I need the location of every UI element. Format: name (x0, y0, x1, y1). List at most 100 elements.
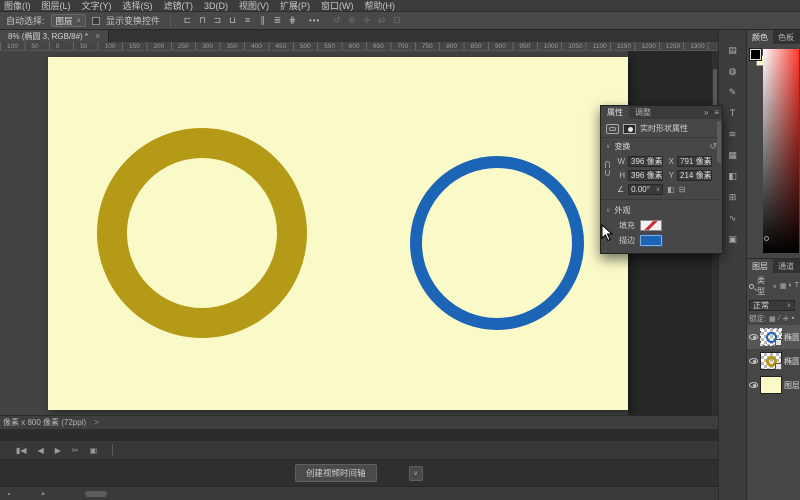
tab-swatches[interactable]: 色板 (773, 30, 799, 44)
distribute-vertical-icon[interactable]: ≡ (241, 15, 254, 26)
collapsed-panel-icon-4[interactable]: T (730, 109, 736, 118)
distribute-widths-icon[interactable]: ⋕ (286, 15, 299, 26)
distribute-heights-icon[interactable]: ≣ (271, 15, 284, 26)
foreground-color-swatch[interactable] (750, 49, 761, 60)
menu-item[interactable]: 窗口(W) (321, 0, 354, 12)
collapsed-panel-icon-8[interactable]: ⊞ (729, 193, 737, 202)
appearance-section-header[interactable]: ∨ 外观 (601, 202, 722, 218)
layer-name[interactable]: 图层 1 (784, 380, 799, 391)
document-tab[interactable]: 8% (椭圆 3, RGB/8#) * × (0, 30, 109, 42)
collapsed-panel-icon-2[interactable]: ◍ (729, 67, 737, 76)
previous-frame-icon[interactable]: ◀ (38, 446, 44, 455)
filter-kind-label[interactable]: 类型 (757, 275, 769, 297)
layer-filter-icon[interactable]: T (795, 282, 799, 290)
rotation-field[interactable]: 0.00° ∨ (628, 184, 663, 195)
visibility-eye-icon[interactable] (749, 382, 758, 388)
panel-menu-icon[interactable]: ≡ (711, 108, 722, 117)
menu-item[interactable]: 滤镜(T) (164, 0, 194, 12)
layer-name[interactable]: 椭圆 2 (784, 356, 799, 367)
layer-row[interactable]: 图层 1 (747, 373, 800, 397)
align-horizontal-centers-icon[interactable]: ⊓ (196, 15, 209, 26)
menu-item[interactable]: 文字(Y) (82, 0, 112, 12)
visibility-eye-icon[interactable] (749, 334, 758, 340)
menu-item[interactable]: 帮助(H) (365, 0, 396, 12)
layer-row[interactable]: 椭圆 2 (747, 349, 800, 373)
menu-item[interactable]: 选择(S) (123, 0, 153, 12)
menu-item[interactable]: 视图(V) (239, 0, 269, 12)
collapsed-panel-icon-1[interactable]: ▤ (728, 46, 737, 55)
collapsed-panel-icon-5[interactable]: ≋ (729, 130, 737, 139)
3d-slide-icon[interactable]: ⇄ (375, 15, 388, 26)
tab-adjustments[interactable]: 调整 (629, 106, 657, 119)
document-canvas[interactable] (48, 57, 628, 410)
split-clip-icon[interactable]: ✂ (72, 446, 79, 455)
menu-item[interactable]: 图层(L) (42, 0, 71, 12)
tab-layers[interactable]: 图层 (747, 259, 773, 273)
auto-select-dropdown[interactable]: 图层 ∨ (51, 14, 86, 27)
collapse-to-icons-icon[interactable]: » (701, 108, 711, 117)
mask-properties-icon[interactable] (623, 124, 636, 134)
color-picker-marker[interactable] (764, 236, 769, 241)
timeline-horizontal-scrollbar-thumb[interactable] (85, 491, 107, 497)
color-picker-gradient[interactable] (763, 49, 799, 253)
lock-icon[interactable]: ▪ (792, 315, 794, 323)
3d-scale-icon[interactable]: ⊡ (390, 15, 403, 26)
timeline-zoom-out-icon[interactable]: ▲ (7, 492, 12, 497)
3d-pan-icon[interactable]: ✛ (360, 15, 373, 26)
align-bottom-edges-icon[interactable]: ⊔ (226, 15, 239, 26)
layer-filter-icon[interactable]: ▦ (780, 282, 787, 290)
stroke-swatch[interactable] (640, 235, 662, 246)
3d-roll-icon[interactable]: ⊕ (345, 15, 358, 26)
more-options-icon[interactable]: ••• (309, 16, 320, 25)
blend-mode-dropdown[interactable]: 正常 ∨ (749, 300, 795, 311)
ellipse-2-yellow-ring[interactable] (112, 143, 292, 323)
timeline-mode-dropdown[interactable]: ∨ (409, 466, 423, 481)
collapsed-panel-icon-3[interactable]: ✎ (729, 88, 737, 97)
link-dimensions-icon[interactable] (605, 161, 610, 176)
play-icon[interactable]: ▶ (55, 446, 61, 455)
y-field[interactable]: 214 像素 (677, 170, 712, 181)
menu-item[interactable]: 3D(D) (204, 1, 228, 11)
show-transform-controls-checkbox[interactable] (92, 17, 100, 25)
close-icon[interactable]: × (95, 31, 100, 41)
layer-row[interactable]: 椭圆 3 (747, 325, 800, 349)
align-left-edges-icon[interactable]: ⊏ (181, 15, 194, 26)
layer-name[interactable]: 椭圆 3 (784, 332, 799, 343)
lock-icon[interactable]: ▦ (769, 315, 776, 323)
flip-vertical-icon[interactable]: ⊟ (679, 185, 686, 194)
x-field[interactable]: 791 像素 (677, 156, 712, 167)
3d-rotate-icon[interactable]: ↺ (330, 15, 343, 26)
fill-swatch-none[interactable] (640, 220, 662, 231)
panel-scrollbar-thumb[interactable] (717, 121, 721, 163)
flip-horizontal-icon[interactable]: ◧ (667, 185, 675, 194)
camera-icon[interactable]: ▣ (90, 446, 98, 455)
transform-section-header[interactable]: ∨ 变换 ↺ (601, 138, 722, 154)
layer-thumbnail[interactable] (761, 353, 781, 369)
reset-icon[interactable]: ↺ (709, 141, 717, 152)
layer-thumbnail[interactable] (761, 329, 781, 345)
collapsed-panel-icon-6[interactable]: ▦ (728, 151, 737, 160)
tab-properties[interactable]: 属性 (601, 106, 629, 119)
menu-item[interactable]: 扩展(P) (280, 0, 310, 12)
layer-thumbnail[interactable] (761, 377, 781, 393)
visibility-eye-icon[interactable] (749, 358, 758, 364)
height-field[interactable]: 396 像素 (628, 170, 663, 181)
lock-icon[interactable]: ∕ (779, 315, 780, 323)
lock-icon[interactable]: ✛ (783, 315, 789, 323)
width-field[interactable]: 396 像素 (628, 156, 663, 167)
tab-channels[interactable]: 通道 (773, 259, 799, 273)
collapsed-panel-icon-7[interactable]: ◧ (728, 172, 737, 181)
collapsed-panel-icon-9[interactable]: ∿ (729, 214, 737, 223)
shape-properties-icon[interactable] (606, 124, 619, 134)
align-right-edges-icon[interactable]: ⊐ (211, 15, 224, 26)
distribute-horizontal-icon[interactable]: ∥ (256, 15, 269, 26)
ellipse-3-blue-ring[interactable] (416, 162, 578, 324)
collapsed-panel-icon-10[interactable]: ▣ (728, 235, 737, 244)
go-to-first-frame-icon[interactable]: ▮◀ (16, 446, 27, 455)
timeline-zoom-in-icon[interactable]: ▲ (40, 491, 46, 497)
tab-color[interactable]: 颜色 (747, 30, 773, 44)
status-chevron-icon[interactable]: > (94, 418, 99, 427)
menu-item[interactable]: 图像(I) (4, 0, 31, 12)
create-video-timeline-button[interactable]: 创建视频时间轴 (295, 464, 377, 482)
layer-filter-icon[interactable]: ◐ (788, 282, 792, 290)
